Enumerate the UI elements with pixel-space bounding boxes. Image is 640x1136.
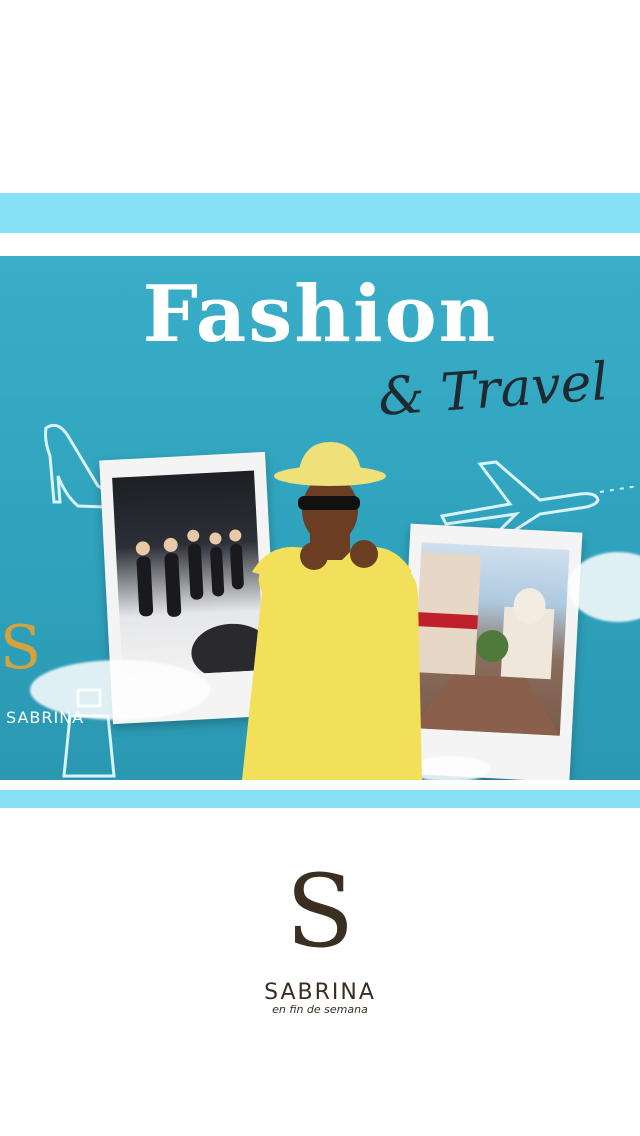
- title-fashion: Fashion: [142, 269, 498, 360]
- brand-tagline: en fin de semana: [272, 1003, 368, 1016]
- airplane-icon: [440, 460, 639, 534]
- watermark-name: SABRINA: [6, 708, 85, 727]
- top-accent-stripe: [0, 193, 640, 233]
- bottom-accent-stripe: [0, 790, 640, 808]
- brand-name: SABRINA: [264, 980, 376, 1005]
- brand-s-logo: S: [285, 853, 355, 970]
- paris-street-illustration: [411, 552, 560, 736]
- promo-panel: Fashion & Travel S SABRINA: [0, 256, 640, 780]
- watermark-s-logo: S: [0, 613, 42, 683]
- paris-street-photo: [411, 542, 570, 736]
- person-in-yellow-outfit: [242, 442, 422, 780]
- title-travel: & Travel: [376, 352, 610, 428]
